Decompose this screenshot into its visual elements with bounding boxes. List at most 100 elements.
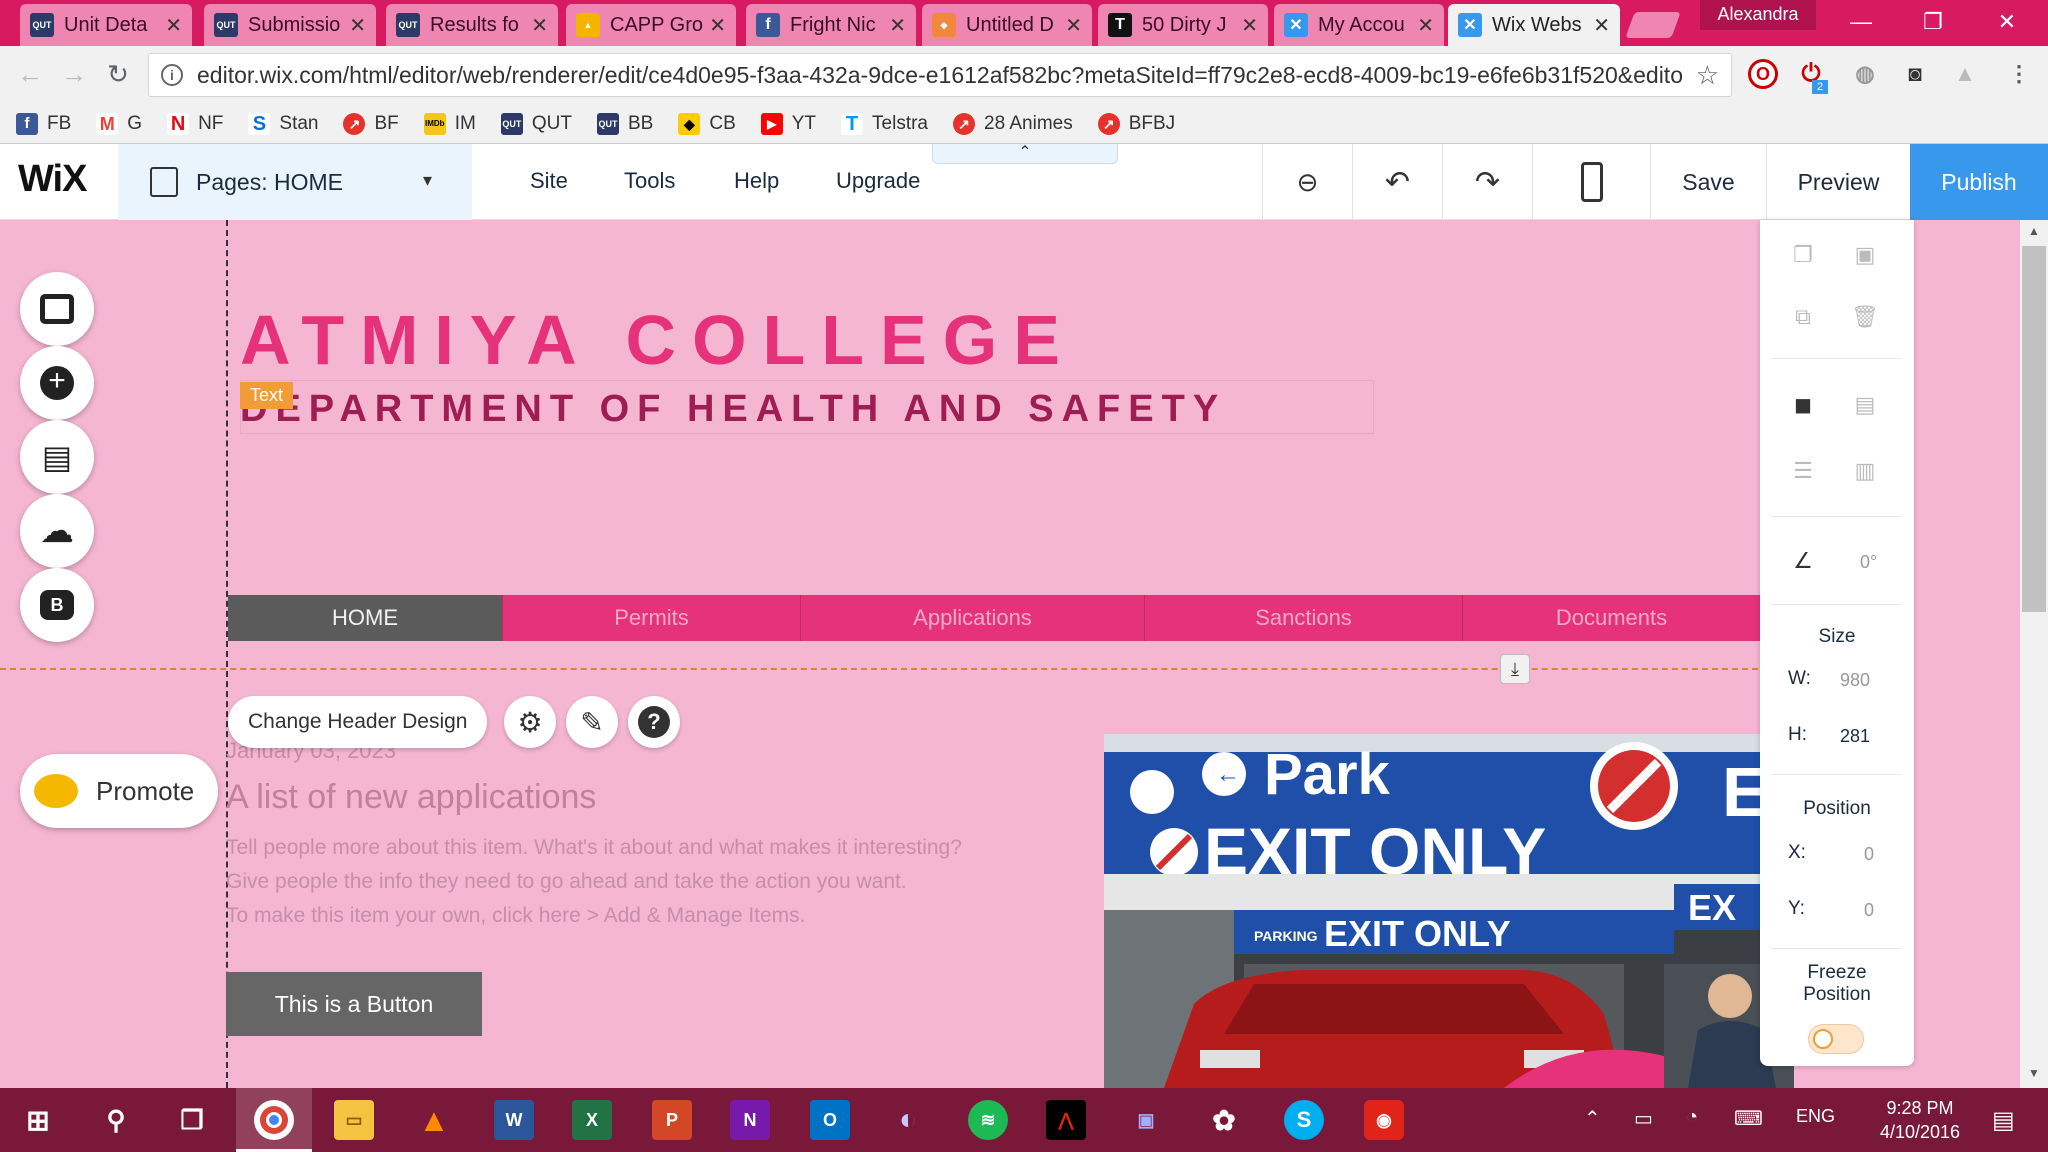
bookmark-bfbj[interactable]: ↗ BFBJ	[1097, 112, 1175, 135]
bookmark-star-icon[interactable]: ☆	[1684, 60, 1731, 91]
browser-tab[interactable]: ▲ CAPP Gro ✕	[566, 4, 736, 46]
scroll-down-icon[interactable]: ▼	[2020, 1066, 2048, 1080]
distribute-icon[interactable]: ☰	[1788, 456, 1818, 486]
trash-icon[interactable]: 🗑	[1850, 302, 1880, 332]
menu-tools[interactable]: Tools	[624, 168, 675, 194]
item-description-line[interactable]: Tell people more about this item. What's…	[226, 836, 962, 860]
bookmark-fb[interactable]: f FB	[16, 112, 71, 135]
close-icon[interactable]: ✕	[1241, 13, 1258, 38]
close-icon[interactable]: ✕	[165, 13, 182, 38]
browser-tab[interactable]: QUT Unit Deta ✕	[20, 4, 192, 46]
redo-icon[interactable]: ↷	[1442, 144, 1532, 220]
new-tab-button[interactable]	[1625, 12, 1681, 38]
spotify-icon[interactable]: ≋	[968, 1100, 1008, 1140]
back-icon[interactable]: ←	[12, 56, 48, 92]
rotation-value[interactable]: 0°	[1860, 552, 1877, 573]
battery-icon[interactable]: ▭	[1634, 1106, 1653, 1131]
chevron-up-icon[interactable]: ⌃	[1584, 1106, 1601, 1131]
site-nav-sanctions[interactable]: Sanctions	[1145, 595, 1463, 641]
close-icon[interactable]: ✕	[889, 13, 906, 38]
site-nav-permits[interactable]: Permits	[503, 595, 801, 641]
site-title[interactable]: ATMIYA COLLEGE	[240, 300, 1076, 380]
opera-icon[interactable]: O	[1748, 59, 1778, 89]
upload-button[interactable]: ☁	[20, 494, 94, 568]
browser-tab[interactable]: QUT Submissio ✕	[204, 4, 376, 46]
scroll-up-icon[interactable]: ▲	[2020, 224, 2048, 238]
windows-start-icon[interactable]: ⊞	[18, 1100, 58, 1140]
task-view-icon[interactable]: ❒	[172, 1100, 212, 1140]
menu-site[interactable]: Site	[530, 168, 568, 194]
bookmark-bf[interactable]: ↗ BF	[343, 112, 399, 135]
paste-icon[interactable]: ▣	[1850, 240, 1880, 270]
chrome-icon[interactable]	[254, 1100, 294, 1140]
site-nav-home[interactable]: HOME	[228, 595, 503, 641]
reload-icon[interactable]: ↻	[100, 56, 136, 92]
outlook-icon[interactable]: O	[810, 1100, 850, 1140]
browser-tab[interactable]: QUT Results fo ✕	[386, 4, 558, 46]
bookmark-yt[interactable]: ▶ YT	[760, 112, 816, 135]
browser-tab[interactable]: ◆ Untitled D ✕	[922, 4, 1092, 46]
restore-icon[interactable]: ❐	[1898, 0, 1968, 44]
scrollbar-thumb[interactable]	[2022, 246, 2046, 612]
clock[interactable]: 9:28 PM 4/10/2016	[1860, 1096, 1980, 1144]
menu-help[interactable]: Help	[734, 168, 779, 194]
arrange-icon[interactable]: ◼	[1788, 390, 1818, 420]
bookmark-28-animes[interactable]: ↗ 28 Animes	[953, 112, 1073, 135]
height-value[interactable]: 281	[1840, 726, 1870, 747]
site-nav-applications[interactable]: Applications	[801, 595, 1145, 641]
item-description-line[interactable]: Give people the info they need to go ahe…	[226, 870, 907, 894]
antivirus-icon[interactable]: ◉	[1364, 1100, 1404, 1140]
notifications-icon[interactable]: ▤	[1992, 1106, 2015, 1135]
minimize-icon[interactable]: —	[1826, 0, 1896, 44]
pages-dropdown[interactable]: Pages: HOME ▾	[118, 144, 472, 220]
item-title[interactable]: A list of new applications	[226, 778, 596, 817]
acrobat-icon[interactable]: ⋀	[1046, 1100, 1086, 1140]
content-image[interactable]: ← Park EXIT ONLY E PARKING EXIT ONLY EX	[1104, 734, 1794, 1088]
copy-icon[interactable]: ❐	[1788, 240, 1818, 270]
menu-upgrade[interactable]: Upgrade	[836, 168, 920, 194]
site-subtitle[interactable]: DEPARTMENT OF HEALTH AND SAFETY	[240, 388, 1226, 431]
bookmark-bb[interactable]: QUT BB	[596, 112, 653, 135]
media-player-icon[interactable]: ◐	[888, 1100, 928, 1140]
blog-button[interactable]: B	[20, 568, 94, 642]
skype-icon[interactable]: S	[1284, 1100, 1324, 1140]
add-button[interactable]: +	[20, 346, 94, 420]
publish-button[interactable]: Publish	[1910, 144, 2048, 220]
search-icon[interactable]: ⚲	[96, 1100, 136, 1140]
save-button[interactable]: Save	[1650, 144, 1766, 220]
help-icon[interactable]: ?	[628, 696, 680, 748]
design-brush-icon[interactable]: ✎	[566, 696, 618, 748]
close-icon[interactable]: ✕	[531, 13, 548, 38]
site-nav-documents[interactable]: Documents	[1463, 595, 1760, 641]
mobile-view-icon[interactable]	[1532, 144, 1650, 220]
keyboard-icon[interactable]: ⌨	[1734, 1106, 1763, 1131]
change-header-design-button[interactable]: Change Header Design	[228, 696, 488, 748]
url-input[interactable]: i editor.wix.com/html/editor/web/rendere…	[148, 53, 1732, 97]
chrome-menu-icon[interactable]: ⋮	[2004, 59, 2034, 89]
close-icon[interactable]: ✕	[1417, 13, 1434, 38]
bookmark-nf[interactable]: N NF	[167, 112, 223, 135]
close-window-icon[interactable]: ✕	[1972, 0, 2042, 44]
file-explorer-icon[interactable]: ▭	[334, 1100, 374, 1140]
profile-button[interactable]: Alexandra	[1700, 0, 1816, 30]
close-icon[interactable]: ✕	[349, 13, 366, 38]
close-icon[interactable]: ✕	[709, 13, 726, 38]
wifi-icon[interactable]: ◔	[1686, 1106, 1698, 1129]
bookmark-stan[interactable]: S Stan	[248, 112, 318, 135]
excel-icon[interactable]: X	[572, 1100, 612, 1140]
undo-icon[interactable]: ↶	[1352, 144, 1442, 220]
cta-button[interactable]: This is a Button	[226, 972, 482, 1036]
y-value[interactable]: 0	[1864, 900, 1874, 921]
pocket-icon[interactable]: ◙	[1900, 59, 1930, 89]
powerpoint-icon[interactable]: P	[652, 1100, 692, 1140]
bookmark-qut[interactable]: QUT QUT	[500, 112, 572, 135]
wix-logo[interactable]: WiX	[18, 158, 87, 201]
browser-tab[interactable]: ✕ My Accou ✕	[1274, 4, 1444, 46]
match-size-icon[interactable]: ▥	[1850, 456, 1880, 486]
paint-icon[interactable]: ✿	[1204, 1100, 1244, 1140]
app-market-button[interactable]: ▤	[20, 420, 94, 494]
forward-icon[interactable]: →	[56, 56, 92, 92]
browser-tab[interactable]: T 50 Dirty J ✕	[1098, 4, 1268, 46]
browser-tab-active[interactable]: ✕ Wix Webs ✕	[1448, 4, 1620, 46]
zoom-out-icon[interactable]: ⊖	[1262, 144, 1352, 220]
